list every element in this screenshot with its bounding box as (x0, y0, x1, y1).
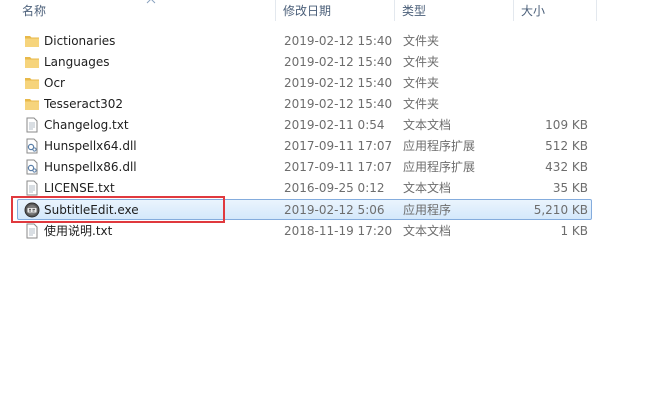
file-row[interactable]: Hunspellx86.dll 2017-09-11 17:07 应用程序扩展 … (17, 156, 592, 177)
file-size: 512 KB (545, 139, 588, 153)
file-row[interactable]: Dictionaries 2019-02-12 15:40 文件夹 (17, 30, 592, 51)
file-type: 应用程序扩展 (403, 160, 476, 174)
file-row[interactable]: Changelog.txt 2019-02-11 0:54 文本文档 109 K… (17, 114, 592, 135)
file-type: 文件夹 (403, 76, 440, 90)
dll-file-icon (24, 159, 40, 175)
file-name: Languages (44, 55, 110, 69)
file-name: 使用说明.txt (44, 224, 113, 238)
file-name: Dictionaries (44, 34, 116, 48)
column-header-size[interactable]: 大小 (515, 0, 597, 21)
column-header-bar: 名称 修改日期 类型 大小 (0, 0, 648, 22)
file-name: Hunspellx64.dll (44, 139, 137, 153)
file-size: 1 KB (560, 224, 588, 238)
file-name: Ocr (44, 76, 65, 90)
file-type: 应用程序 (403, 203, 452, 217)
subtitle-edit-app-icon (24, 202, 40, 218)
file-type: 文本文档 (403, 118, 452, 132)
file-date-modified: 2019-02-12 15:40 (284, 55, 393, 69)
column-header-type[interactable]: 类型 (396, 0, 514, 21)
file-size: 35 KB (552, 181, 588, 195)
file-size (516, 31, 588, 50)
text-file-icon (24, 180, 40, 196)
file-row[interactable]: LICENSE.txt 2016-09-25 0:12 文本文档 35 KB (17, 177, 592, 198)
file-date-modified: 2016-09-25 0:12 (284, 181, 385, 195)
file-size (516, 73, 588, 92)
file-name: Changelog.txt (44, 118, 129, 132)
folder-icon (24, 75, 40, 91)
file-date-modified: 2018-11-19 17:20 (284, 224, 393, 238)
file-date-modified: 2019-02-12 15:40 (284, 76, 393, 90)
file-size: 5,210 KB (533, 203, 588, 217)
file-row[interactable]: Ocr 2019-02-12 15:40 文件夹 (17, 72, 592, 93)
column-header-date-modified[interactable]: 修改日期 (277, 0, 395, 21)
text-file-icon (24, 117, 40, 133)
file-row[interactable]: Tesseract302 2019-02-12 15:40 文件夹 (17, 93, 592, 114)
file-name: Hunspellx86.dll (44, 160, 137, 174)
file-type: 文件夹 (403, 34, 440, 48)
file-type: 应用程序扩展 (403, 139, 476, 153)
file-size: 432 KB (545, 160, 588, 174)
file-date-modified: 2019-02-11 0:54 (284, 118, 385, 132)
file-row[interactable]: Languages 2019-02-12 15:40 文件夹 (17, 51, 592, 72)
file-name: SubtitleEdit.exe (44, 203, 139, 217)
file-row-selected[interactable]: SubtitleEdit.exe 2019-02-12 5:06 应用程序 5,… (17, 199, 592, 220)
file-date-modified: 2019-02-12 5:06 (284, 203, 385, 217)
file-type: 文本文档 (403, 224, 452, 238)
file-date-modified: 2019-02-12 15:40 (284, 97, 393, 111)
dll-file-icon (24, 138, 40, 154)
file-type: 文件夹 (403, 55, 440, 69)
file-type: 文本文档 (403, 181, 452, 195)
file-explorer-window: 名称 修改日期 类型 大小 Dictionaries 2019-02-12 15… (0, 0, 648, 401)
file-row[interactable]: Hunspellx64.dll 2017-09-11 17:07 应用程序扩展 … (17, 135, 592, 156)
file-name: LICENSE.txt (44, 181, 115, 195)
folder-icon (24, 33, 40, 49)
file-size (516, 52, 588, 71)
file-size (516, 94, 588, 113)
text-file-icon (24, 223, 40, 239)
file-row[interactable]: 使用说明.txt 2018-11-19 17:20 文本文档 1 KB (17, 220, 592, 241)
file-date-modified: 2017-09-11 17:07 (284, 139, 393, 153)
folder-icon (24, 96, 40, 112)
sort-ascending-icon (146, 0, 156, 4)
file-size: 109 KB (545, 118, 588, 132)
file-name: Tesseract302 (44, 97, 124, 111)
file-type: 文件夹 (403, 97, 440, 111)
file-date-modified: 2019-02-12 15:40 (284, 34, 393, 48)
file-date-modified: 2017-09-11 17:07 (284, 160, 393, 174)
folder-icon (24, 54, 40, 70)
